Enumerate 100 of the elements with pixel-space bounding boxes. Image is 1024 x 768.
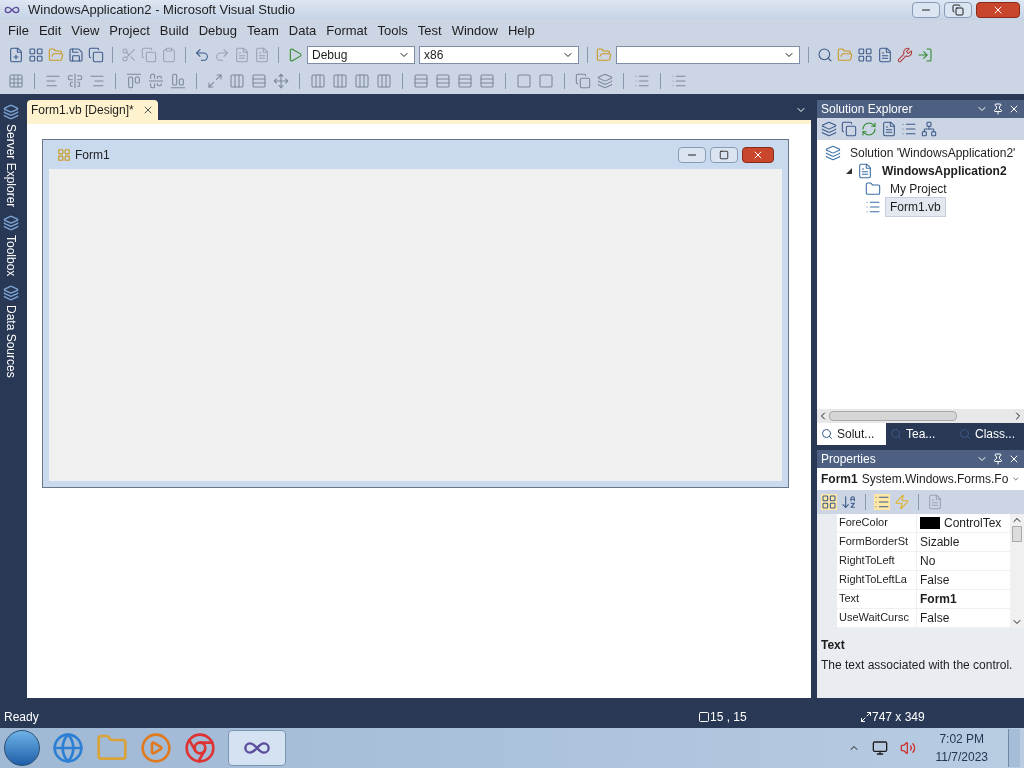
close-icon[interactable] (1008, 453, 1020, 465)
search-icon[interactable] (817, 47, 833, 63)
property-name[interactable]: Text (837, 590, 917, 608)
vertical-scrollbar[interactable] (1010, 514, 1024, 628)
menu-item[interactable]: Team (243, 21, 283, 41)
menu-item[interactable]: Format (322, 21, 372, 41)
property-name[interactable]: FormBorderSt (837, 533, 917, 551)
arrow-icon[interactable] (917, 47, 933, 63)
document-icon[interactable] (234, 47, 250, 63)
configuration-dropdown[interactable]: Debug (307, 46, 415, 64)
form-icon[interactable] (865, 199, 881, 215)
expander-icon[interactable] (845, 167, 853, 175)
clock-time[interactable]: 7:02 PM (939, 730, 985, 748)
speaker-icon[interactable] (899, 740, 916, 756)
form-title: Form1 (74, 146, 111, 164)
tree-item[interactable]: Solution 'WindowsApplication2' (845, 143, 1021, 163)
property-name[interactable]: UseWaitCursc (837, 609, 917, 627)
menu-item[interactable]: Tools (373, 21, 412, 41)
close-button[interactable] (976, 2, 1020, 18)
platform-dropdown[interactable]: x86 (419, 46, 579, 64)
files-icon[interactable] (841, 121, 857, 137)
property-name[interactable]: RightToLeftLa (837, 571, 917, 589)
panel-tab[interactable]: Solut... (817, 423, 886, 445)
browser-icon[interactable] (52, 732, 84, 764)
property-pages-icon[interactable] (927, 494, 943, 510)
scissors-icon[interactable] (121, 47, 137, 63)
menu-item[interactable]: Window (447, 21, 502, 41)
play-icon[interactable] (287, 47, 303, 63)
menu-item[interactable]: File (4, 21, 33, 41)
property-name[interactable]: ForeColor (837, 514, 917, 532)
restore-button[interactable] (944, 2, 972, 18)
side-tab[interactable]: Toolbox (1, 235, 20, 277)
designer-icon[interactable] (901, 121, 917, 137)
redo-icon[interactable] (214, 47, 230, 63)
save-all-icon[interactable] (88, 47, 104, 63)
categorized-icon[interactable] (821, 494, 837, 510)
clock-date[interactable]: 11/7/2023 (935, 748, 988, 766)
copy-icon[interactable] (141, 47, 157, 63)
scrollbar-thumb[interactable] (829, 411, 957, 421)
menu-item[interactable]: Help (503, 21, 539, 41)
property-name[interactable]: RightToLeft (837, 552, 917, 570)
document-icon[interactable] (254, 47, 270, 63)
menu-item[interactable]: Build (155, 21, 193, 41)
status-size: 747 x 349 (872, 709, 926, 726)
grid-icon[interactable] (857, 47, 873, 63)
undo-icon[interactable] (194, 47, 210, 63)
show-desktop-button[interactable] (1008, 729, 1020, 767)
save-icon[interactable] (68, 47, 84, 63)
minimize-button[interactable] (677, 146, 706, 163)
property-value[interactable]: No (920, 552, 936, 570)
property-value[interactable]: False (920, 571, 950, 589)
menu-item[interactable]: Debug (194, 21, 241, 41)
property-value[interactable]: Sizable (920, 533, 960, 551)
tree-item[interactable]: Form1.vb (885, 197, 946, 217)
object-selector[interactable]: Form1 System.Windows.Forms.Fo (817, 468, 1024, 490)
close-button[interactable] (741, 146, 774, 163)
taskbar-app-button[interactable] (228, 730, 286, 766)
diagram-icon[interactable] (921, 121, 937, 137)
property-value[interactable]: ControlTex (944, 514, 1002, 532)
tree-item[interactable]: WindowsApplication2 (877, 161, 1012, 181)
panel-tab[interactable]: Tea... (886, 423, 955, 445)
find-dropdown[interactable] (616, 46, 800, 64)
refresh-icon[interactable] (861, 121, 877, 137)
scrollbar-thumb[interactable] (1012, 526, 1022, 542)
close-icon[interactable] (1008, 103, 1020, 115)
panel-tab[interactable]: Class... (955, 423, 1024, 445)
project-icon[interactable] (857, 163, 873, 179)
solution-icon[interactable] (825, 145, 841, 161)
maximize-button[interactable] (709, 146, 738, 163)
find-folder-icon[interactable] (596, 47, 612, 63)
maximize-icon (718, 149, 729, 160)
menu-item[interactable]: Data (284, 21, 321, 41)
horizontal-scrollbar[interactable] (817, 409, 1024, 423)
new-file-icon[interactable] (8, 47, 24, 63)
document-icon[interactable] (877, 47, 893, 63)
menu-item[interactable]: View (67, 21, 104, 41)
property-value[interactable]: Form1 (920, 590, 957, 608)
panel-title: Solution Explorer (821, 101, 914, 118)
form-window[interactable]: Form1 (41, 139, 789, 488)
side-tab[interactable]: Server Explorer (1, 124, 20, 208)
menu-item[interactable]: Project (105, 21, 154, 41)
folder-icon[interactable] (865, 181, 881, 197)
tree-item[interactable]: My Project (885, 179, 952, 199)
tools-icon[interactable] (897, 47, 913, 63)
grid-icon[interactable] (28, 47, 44, 63)
pin-icon[interactable] (992, 453, 1004, 465)
pin-icon[interactable] (992, 103, 1004, 115)
network-icon[interactable] (871, 740, 888, 756)
minimize-button[interactable] (912, 2, 940, 18)
code-icon[interactable] (881, 121, 897, 137)
media-player-icon[interactable] (140, 732, 172, 764)
start-button[interactable] (4, 730, 40, 766)
menu-item[interactable]: Edit (34, 21, 66, 41)
paste-icon[interactable] (161, 47, 177, 63)
sort-icon[interactable] (841, 494, 857, 510)
side-tab[interactable]: Data Sources (1, 304, 20, 378)
document-tab[interactable]: Form1.vb [Design]* (26, 100, 158, 120)
property-value[interactable]: False (920, 609, 950, 627)
menu-item[interactable]: Test (413, 21, 446, 41)
chrome-icon[interactable] (184, 732, 216, 764)
